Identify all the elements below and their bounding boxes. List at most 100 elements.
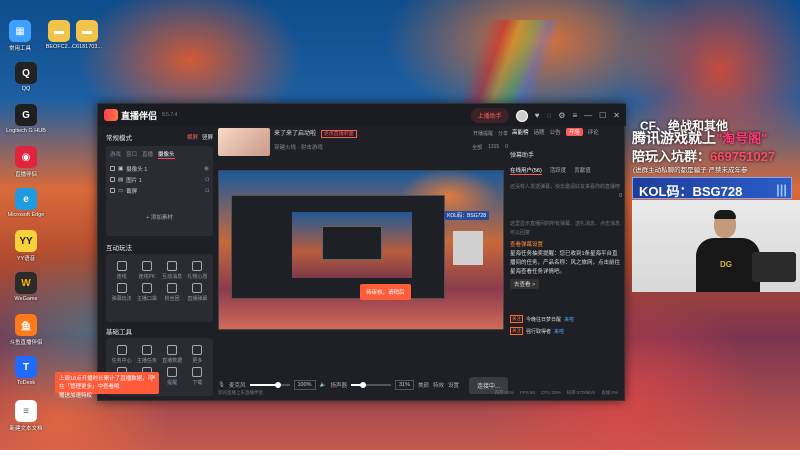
wegame-icon: W xyxy=(15,272,37,294)
add-source-button[interactable]: + 添加素材 xyxy=(110,213,209,221)
live-title[interactable]: 来了来了启动啦 xyxy=(274,131,316,137)
headset-icon[interactable]: ◌ xyxy=(547,111,552,120)
pocket-icon xyxy=(141,283,152,293)
checkbox-icon[interactable] xyxy=(110,166,115,171)
desktop-icon-live-companion[interactable]: ◉ 直播伴侣 xyxy=(5,146,47,178)
change-cover-button[interactable]: 更改直播封面 xyxy=(320,130,357,138)
pocket-button[interactable]: 主播口袋 xyxy=(135,283,158,302)
danmaku-settings-link[interactable]: 查看弹幕设置 xyxy=(510,240,622,248)
desktop-icon-yy[interactable]: YY YY语音 xyxy=(5,230,47,262)
mic-icon[interactable]: 🎙 xyxy=(218,382,225,388)
lock-icon[interactable]: ◘ xyxy=(205,177,209,183)
list-item[interactable]: 关注 强行取得者 来啦 xyxy=(510,327,622,335)
stat-viewers: 1315 xyxy=(488,144,500,150)
follow-tag: 关注 xyxy=(510,315,523,323)
gift-icon[interactable]: ♥ xyxy=(535,111,540,120)
close-icon[interactable]: ✕ xyxy=(613,111,620,120)
tab-online-users[interactable]: 在线用户(56) xyxy=(510,166,542,175)
task-icon xyxy=(116,345,127,355)
tab-rank[interactable]: 高能榜 xyxy=(512,128,529,136)
desktop-icon-douyu[interactable]: 鱼 斗鱼直播伴侣 xyxy=(5,314,47,346)
live-reminder-button[interactable]: 开播提醒 xyxy=(473,130,493,137)
download-button[interactable]: 下载 xyxy=(186,367,209,386)
gift-wish-button[interactable]: 礼物心愿 xyxy=(186,261,209,280)
tab-window[interactable]: 窗口 xyxy=(126,150,137,158)
source-item-image[interactable]: ▤ 图片 1 ◘ xyxy=(110,174,209,185)
speaker-icon[interactable]: 🔈 xyxy=(320,382,327,388)
view-more-button[interactable]: 去查看 > xyxy=(510,279,540,289)
overlay-line-4: (进群主动私聊的都是骗子 严禁未成年参 xyxy=(633,167,748,174)
notification-toast[interactable]: 上周18点开播时长累计了直播数据，可在「管理更多」中查看哦 赠送加速特权 ✕ xyxy=(55,372,159,399)
desktop-icon-file2[interactable]: ▬ C6181703... xyxy=(66,20,108,50)
desktop-icon-wegame[interactable]: W WeGame xyxy=(5,272,47,302)
microphone xyxy=(752,252,796,282)
desktop-icon-logitech[interactable]: G Logitech G HUB xyxy=(5,104,47,134)
toast-text: 上周18点开播时长累计了直播数据，可在「管理更多」中查看哦 xyxy=(59,376,154,390)
source-item-camera[interactable]: ▣ 摄像头 1 ◉ xyxy=(110,163,209,174)
menu-icon[interactable]: ≡ xyxy=(572,111,577,120)
danmaku-tip: 这里显示直播间的所有弹幕、送礼消息、点击消息可以回复 xyxy=(510,221,621,236)
minimize-icon[interactable]: — xyxy=(584,111,592,120)
settings-button[interactable]: 设置 xyxy=(448,381,459,389)
lock-icon[interactable]: ◘ xyxy=(205,188,209,194)
checkbox-icon[interactable] xyxy=(110,188,115,193)
maximize-icon[interactable]: ☐ xyxy=(599,111,606,120)
live-preview[interactable]: 待审核，请稍后 KOL码：BSG728 xyxy=(218,170,504,330)
broadcast-helper-button[interactable]: 上播助手 xyxy=(470,108,509,123)
bell-icon xyxy=(167,367,178,377)
empty-danmaku-text: 还没有人发送弹幕，快去邀请好友来看你的直播吧 0 xyxy=(510,184,622,199)
close-icon[interactable]: ✕ xyxy=(151,374,156,382)
fans-button[interactable]: 粉丝团 xyxy=(161,283,184,302)
tab-live[interactable]: 直播 xyxy=(142,150,153,158)
preview-nested-preview xyxy=(292,212,412,278)
eye-icon[interactable]: ◉ xyxy=(204,165,209,172)
beauty-button[interactable]: 美颜 xyxy=(418,381,429,389)
tab-notice[interactable]: 公告 xyxy=(550,128,561,136)
remind-button[interactable]: 提醒 xyxy=(161,367,184,386)
tab-game[interactable]: 游戏 xyxy=(110,150,121,158)
speaker-volume-slider[interactable] xyxy=(350,382,391,388)
scene-mode-dropdown[interactable]: 常规模式 xyxy=(106,132,132,142)
tab-comment[interactable]: 评论 xyxy=(588,128,599,136)
avatar[interactable] xyxy=(515,109,528,122)
tab-activity[interactable]: 活跃度 xyxy=(550,166,567,175)
list-item[interactable]: 关注 今晚往日梦日醒 来啦 xyxy=(510,315,622,323)
pk-icon xyxy=(141,261,152,271)
tab-camera[interactable]: 摄像头 xyxy=(158,150,175,159)
desktop-icon-todesk[interactable]: T ToDesk xyxy=(5,356,47,386)
barrage-button[interactable]: 直播弹幕 xyxy=(186,283,209,302)
more-button[interactable]: 更多 xyxy=(186,345,209,364)
anchor-task-button[interactable]: 主播任务 xyxy=(135,345,158,364)
checkbox-icon[interactable] xyxy=(110,177,115,182)
live-category[interactable]: 穿越火线 · 射击游戏 xyxy=(274,143,357,151)
message-button[interactable]: 互动消息 xyxy=(161,261,184,280)
task-center-button[interactable]: 任务中心 xyxy=(110,345,133,364)
live-cover-thumbnail[interactable] xyxy=(218,128,270,156)
live-data-button[interactable]: 直播数据 xyxy=(161,345,184,364)
link-button[interactable]: 连线 xyxy=(110,261,133,280)
desktop-icon-qq[interactable]: Q QQ xyxy=(5,62,47,92)
portrait-button[interactable]: 竖屏 xyxy=(202,133,213,141)
streamer-hair xyxy=(714,210,736,219)
qq-icon: Q xyxy=(15,62,37,84)
mic-volume-slider[interactable] xyxy=(249,382,290,388)
user-action: 来啦 xyxy=(554,328,565,335)
share-button[interactable]: 分享 xyxy=(498,130,508,137)
download-icon xyxy=(192,367,203,377)
landscape-button[interactable]: 横屏 xyxy=(187,133,198,141)
desktop-icon-tools[interactable]: ▦ 常用工具 xyxy=(0,20,41,52)
tab-topic[interactable]: 话题 xyxy=(534,128,545,136)
tab-open[interactable]: 开场 xyxy=(565,128,583,136)
tab-contribution[interactable]: 贡献值 xyxy=(574,166,591,175)
effects-button[interactable]: 特效 xyxy=(433,381,444,389)
pk-button[interactable]: 连线PK xyxy=(135,261,158,280)
gift-icon xyxy=(192,261,203,271)
desktop-icon-edge[interactable]: e Microsoft Edge xyxy=(5,188,47,218)
overlay-line-3: 陪玩入坑群：669751027 xyxy=(632,149,776,164)
desktop-icon-textfile[interactable]: ≡ 新建文本文档 xyxy=(5,400,47,432)
settings-icon[interactable]: ⚙ xyxy=(558,111,565,120)
danmaku-play-button[interactable]: 弹幕玩法 xyxy=(110,283,133,302)
source-item-screen[interactable]: ▭ 截屏 ◘ xyxy=(110,185,209,196)
mic-volume-knob[interactable] xyxy=(274,382,281,388)
speaker-volume-knob[interactable] xyxy=(360,382,367,388)
